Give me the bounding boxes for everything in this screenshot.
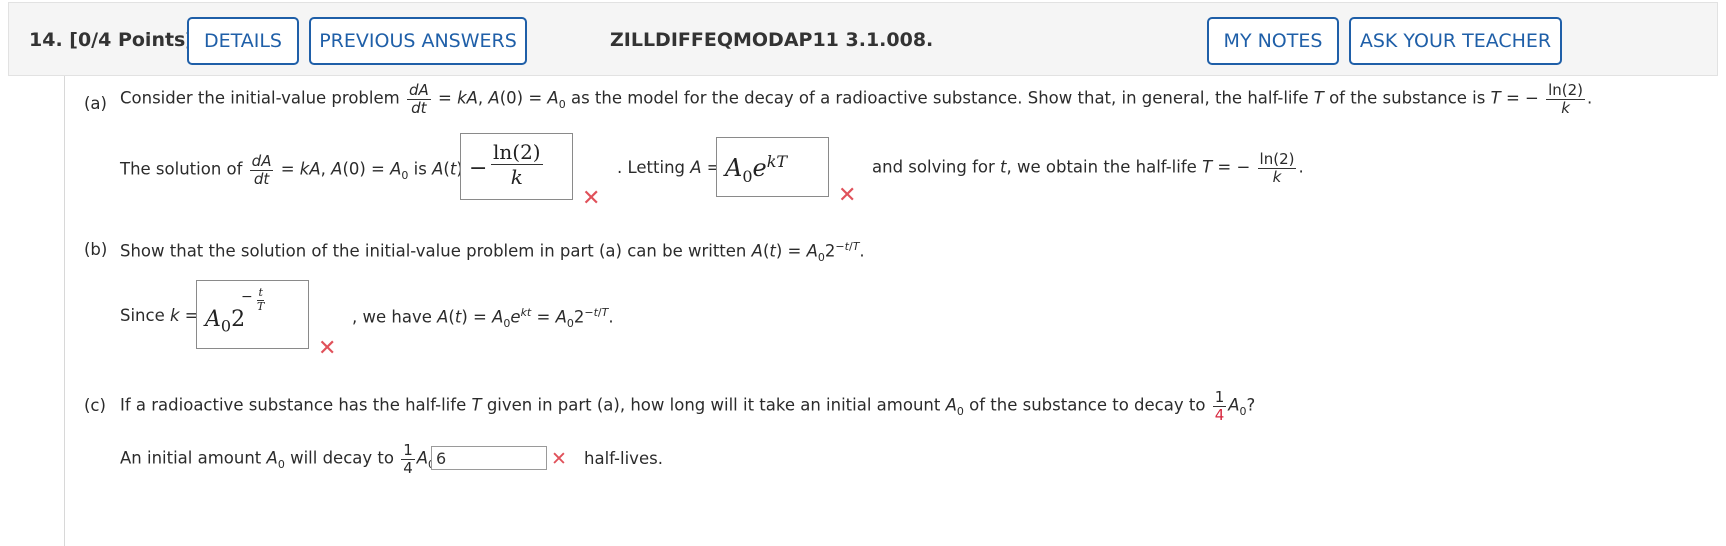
left-rule bbox=[64, 76, 65, 546]
half-life-fraction: ln(2) k bbox=[1546, 81, 1586, 117]
part-c-label: (c) bbox=[84, 396, 106, 415]
part-c-text-1: If a radioactive substance has the half-… bbox=[120, 395, 467, 415]
we-have-line: , we have A(t) = A0ekt = A02−t/T. bbox=[352, 306, 614, 330]
part-c-prompt: If a radioactive substance has the half-… bbox=[120, 388, 1256, 424]
x-mark-icon: ✕ bbox=[838, 183, 857, 208]
letting-label: . Letting bbox=[617, 158, 685, 177]
answer-b-base: A02 bbox=[205, 307, 246, 336]
details-button[interactable]: DETAILS bbox=[187, 17, 299, 65]
ask-your-teacher-button[interactable]: ASK YOUR TEACHER bbox=[1349, 17, 1562, 65]
part-a-text-2: as the model for the decay of a radioact… bbox=[570, 88, 1309, 108]
part-a-text-3: of the substance is bbox=[1329, 88, 1486, 108]
question-number: 14. [0/4 Points] bbox=[29, 29, 195, 51]
since-line: Since k = bbox=[120, 306, 199, 325]
letting-text: . Letting A = bbox=[617, 158, 721, 177]
my-notes-button[interactable]: MY NOTES bbox=[1207, 17, 1339, 65]
solution-prefix: The solution of bbox=[120, 159, 243, 179]
question-id: ZILLDIFFEQMODAP11 3.1.008. bbox=[610, 29, 934, 51]
part-c-text-2: given in part (a), how long will it take… bbox=[486, 395, 941, 415]
part-b-text: Show that the solution of the initial-va… bbox=[120, 241, 747, 261]
part-a-solution-line: The solution of dA dt = kA, A(0) = A0 is … bbox=[120, 152, 482, 188]
answer-2-value: A0ekT bbox=[725, 152, 788, 186]
answer-suffix: half-lives. bbox=[584, 449, 663, 468]
solving-line: and solving for t, we obtain the half-li… bbox=[872, 150, 1304, 186]
answer-prefix: An initial amount bbox=[120, 448, 262, 468]
answer-box-letting[interactable]: A0ekT bbox=[716, 137, 829, 197]
one-quarter-fraction-2: 14 bbox=[401, 441, 415, 477]
solving-label-2: , we obtain the half-life bbox=[1006, 157, 1197, 177]
answer-1-fraction: ln(2) k bbox=[491, 140, 543, 189]
answer-box-solution[interactable]: − ln(2) k bbox=[460, 133, 573, 200]
x-mark-icon: ✕ bbox=[318, 336, 337, 361]
answer-mid: will decay to bbox=[290, 448, 394, 468]
part-c-answer-line: An initial amount A0 will decay to 14A0 … bbox=[120, 442, 455, 476]
half-lives-input[interactable]: 6 bbox=[431, 446, 547, 470]
part-c-text-3: of the substance to decay to bbox=[969, 395, 1206, 415]
part-b-label: (b) bbox=[84, 240, 108, 259]
minus-sign: − bbox=[469, 156, 488, 181]
part-a-text-1: Consider the initial-value problem bbox=[120, 88, 400, 108]
half-life-fraction-2: ln(2) k bbox=[1257, 150, 1297, 186]
solving-label: and solving for bbox=[872, 157, 995, 177]
since-label: Since bbox=[120, 306, 165, 325]
part-b-prompt: Show that the solution of the initial-va… bbox=[120, 240, 865, 264]
one-quarter-fraction: 14 bbox=[1212, 388, 1227, 424]
part-a-prompt: Consider the initial-value problem dA dt … bbox=[120, 81, 1593, 117]
dA-dt-fraction: dA dt bbox=[406, 81, 431, 117]
solution-mid: is bbox=[413, 159, 427, 179]
answer-b-exp-fraction: t T bbox=[257, 286, 265, 313]
x-mark-icon: ✕ bbox=[582, 186, 601, 211]
answer-b-exponent: − bbox=[241, 289, 253, 305]
x-mark-icon: ✕ bbox=[551, 448, 567, 470]
answer-box-k[interactable]: A02 − t T bbox=[196, 280, 309, 349]
previous-answers-button[interactable]: PREVIOUS ANSWERS bbox=[309, 17, 527, 65]
question-header: 14. [0/4 Points] DETAILS PREVIOUS ANSWER… bbox=[8, 2, 1718, 76]
part-a-label: (a) bbox=[84, 94, 107, 113]
we-have-label: , we have bbox=[352, 307, 432, 327]
dA-dt-fraction-2: dA dt bbox=[249, 152, 274, 188]
